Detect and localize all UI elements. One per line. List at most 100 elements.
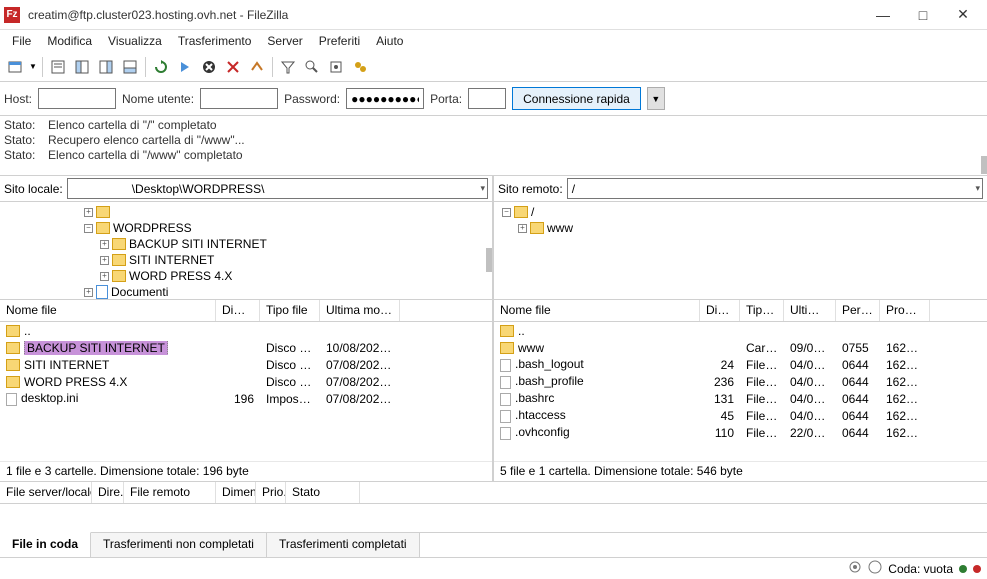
compare-icon[interactable] [301,56,323,78]
list-item[interactable]: SITI INTERNETDisco locale07/08/2024... [0,356,492,373]
toggle-queue-icon[interactable] [119,56,141,78]
gear-icon[interactable] [848,560,862,577]
tab-success[interactable]: Trasferimenti completati [267,533,420,557]
tab-failed[interactable]: Trasferimenti non completati [91,533,267,557]
host-input[interactable] [38,88,116,109]
filter-icon[interactable] [277,56,299,78]
cell-mod: 04/05/20... [784,375,836,389]
col-size[interactable]: Dimen... [216,300,260,321]
list-item[interactable]: BACKUP SITI INTERNETDisco locale10/08/20… [0,339,492,356]
col-size[interactable]: Dime... [700,300,740,321]
titlebar: Fz creatim@ftp.cluster023.hosting.ovh.ne… [0,0,987,30]
cell-size: 236 [700,375,740,389]
qcol-server[interactable]: File server/locale [0,482,92,503]
local-list-header: Nome file Dimen... Tipo file Ultima mod.… [0,300,492,322]
queue-body[interactable] [0,504,987,532]
toggle-localtree-icon[interactable] [71,56,93,78]
sync-browse-icon[interactable] [325,56,347,78]
queue-header: File server/locale Dire... File remoto D… [0,482,987,504]
remote-path-combo[interactable]: /▾ [567,178,983,199]
local-list-body[interactable]: ..BACKUP SITI INTERNETDisco locale10/08/… [0,322,492,461]
list-item[interactable]: .. [494,322,987,339]
qcol-dir[interactable]: Dire... [92,482,124,503]
qcol-status[interactable]: Stato [286,482,360,503]
tree-expand-icon[interactable]: + [84,288,93,297]
col-name[interactable]: Nome file [0,300,216,321]
menu-visualizza[interactable]: Visualizza [100,32,170,50]
tree-item-label: SITI INTERNET [129,253,214,267]
sitemanager-dropdown-icon[interactable]: ▼ [28,56,38,78]
local-tree-scrollbar[interactable] [486,248,492,272]
menu-aiuto[interactable]: Aiuto [368,32,411,50]
local-tree[interactable]: + −WORDPRESS +BACKUP SITI INTERNET +SITI… [0,202,494,299]
cell-type: File OV... [740,426,784,440]
folder-icon [96,222,110,234]
file-name: desktop.ini [21,391,78,405]
menu-file[interactable]: File [4,32,39,50]
tree-item-label: / [531,205,534,219]
search-icon[interactable] [349,56,371,78]
list-item[interactable]: .htaccess45File HT...04/05/20...06441620… [494,407,987,424]
message-log[interactable]: Stato:Elenco cartella di "/" completato … [0,116,987,176]
col-mod[interactable]: Ultima m... [784,300,836,321]
qcol-remote[interactable]: File remoto [124,482,216,503]
refresh-icon[interactable] [150,56,172,78]
toggle-log-icon[interactable] [47,56,69,78]
close-button[interactable]: ✕ [943,0,983,30]
cell-size: 45 [700,409,740,423]
quickconnect-dropdown[interactable]: ▼ [647,87,665,110]
local-path-combo[interactable]: \Desktop\WORDPRESS\▾ [67,178,488,199]
cell-mod: 04/05/20... [784,409,836,423]
menu-preferiti[interactable]: Preferiti [311,32,368,50]
list-item[interactable]: desktop.ini196Impostazio...07/08/2024... [0,390,492,407]
disconnect-icon[interactable] [222,56,244,78]
folder-up-icon [6,325,20,337]
log-scrollbar[interactable] [981,156,987,174]
col-type[interactable]: Tipo file [260,300,320,321]
list-item[interactable]: wwwCartell...09/08/20...0755162011... [494,339,987,356]
list-item[interactable]: .bash_logout24File BA...04/05/20...06441… [494,356,987,373]
list-item[interactable]: .bashrc131File BA...04/05/20...064416201… [494,390,987,407]
tree-expand-icon[interactable]: + [518,224,527,233]
tab-queued[interactable]: File in coda [0,532,91,557]
cell-perm: 0644 [836,409,880,423]
qcol-prio[interactable]: Prio... [256,482,286,503]
user-input[interactable] [200,88,278,109]
tree-collapse-icon[interactable]: − [502,208,511,217]
toggle-remotetree-icon[interactable] [95,56,117,78]
remote-tree[interactable]: −/ +www [494,202,987,299]
tree-collapse-icon[interactable]: − [84,224,93,233]
process-queue-icon[interactable] [174,56,196,78]
qcol-size[interactable]: Dimen... [216,482,256,503]
maximize-button[interactable]: □ [903,0,943,30]
list-item[interactable]: WORD PRESS 4.XDisco locale07/08/2024... [0,373,492,390]
col-mod[interactable]: Ultima mod... [320,300,400,321]
cancel-icon[interactable] [198,56,220,78]
quickconnect-button[interactable]: Connessione rapida [512,87,641,110]
cell-mod: 04/05/20... [784,358,836,372]
pass-input[interactable] [346,88,424,109]
tree-expand-icon[interactable]: + [100,256,109,265]
list-item[interactable]: .. [0,322,492,339]
file-name: www [518,341,544,355]
remote-list-body[interactable]: ..wwwCartell...09/08/20...0755162011....… [494,322,987,461]
list-item[interactable]: .bash_profile236File BA...04/05/20...064… [494,373,987,390]
col-name[interactable]: Nome file [494,300,700,321]
col-own[interactable]: Proprie... [880,300,930,321]
file-name: .htaccess [515,408,566,422]
tree-expand-icon[interactable]: + [100,272,109,281]
reconnect-icon[interactable] [246,56,268,78]
minimize-button[interactable]: — [863,0,903,30]
tree-item-label: WORDPRESS [113,221,192,235]
menu-modifica[interactable]: Modifica [39,32,100,50]
list-item[interactable]: .ovhconfig110File OV...22/06/20...064416… [494,424,987,441]
sitemanager-icon[interactable] [4,56,26,78]
cell-type: Cartell... [740,341,784,355]
col-type[interactable]: Tipo file [740,300,784,321]
port-input[interactable] [468,88,506,109]
col-perm[interactable]: Perme... [836,300,880,321]
tree-expand-icon[interactable]: + [84,208,93,217]
tree-expand-icon[interactable]: + [100,240,109,249]
menu-server[interactable]: Server [259,32,310,50]
menu-trasferimento[interactable]: Trasferimento [170,32,260,50]
